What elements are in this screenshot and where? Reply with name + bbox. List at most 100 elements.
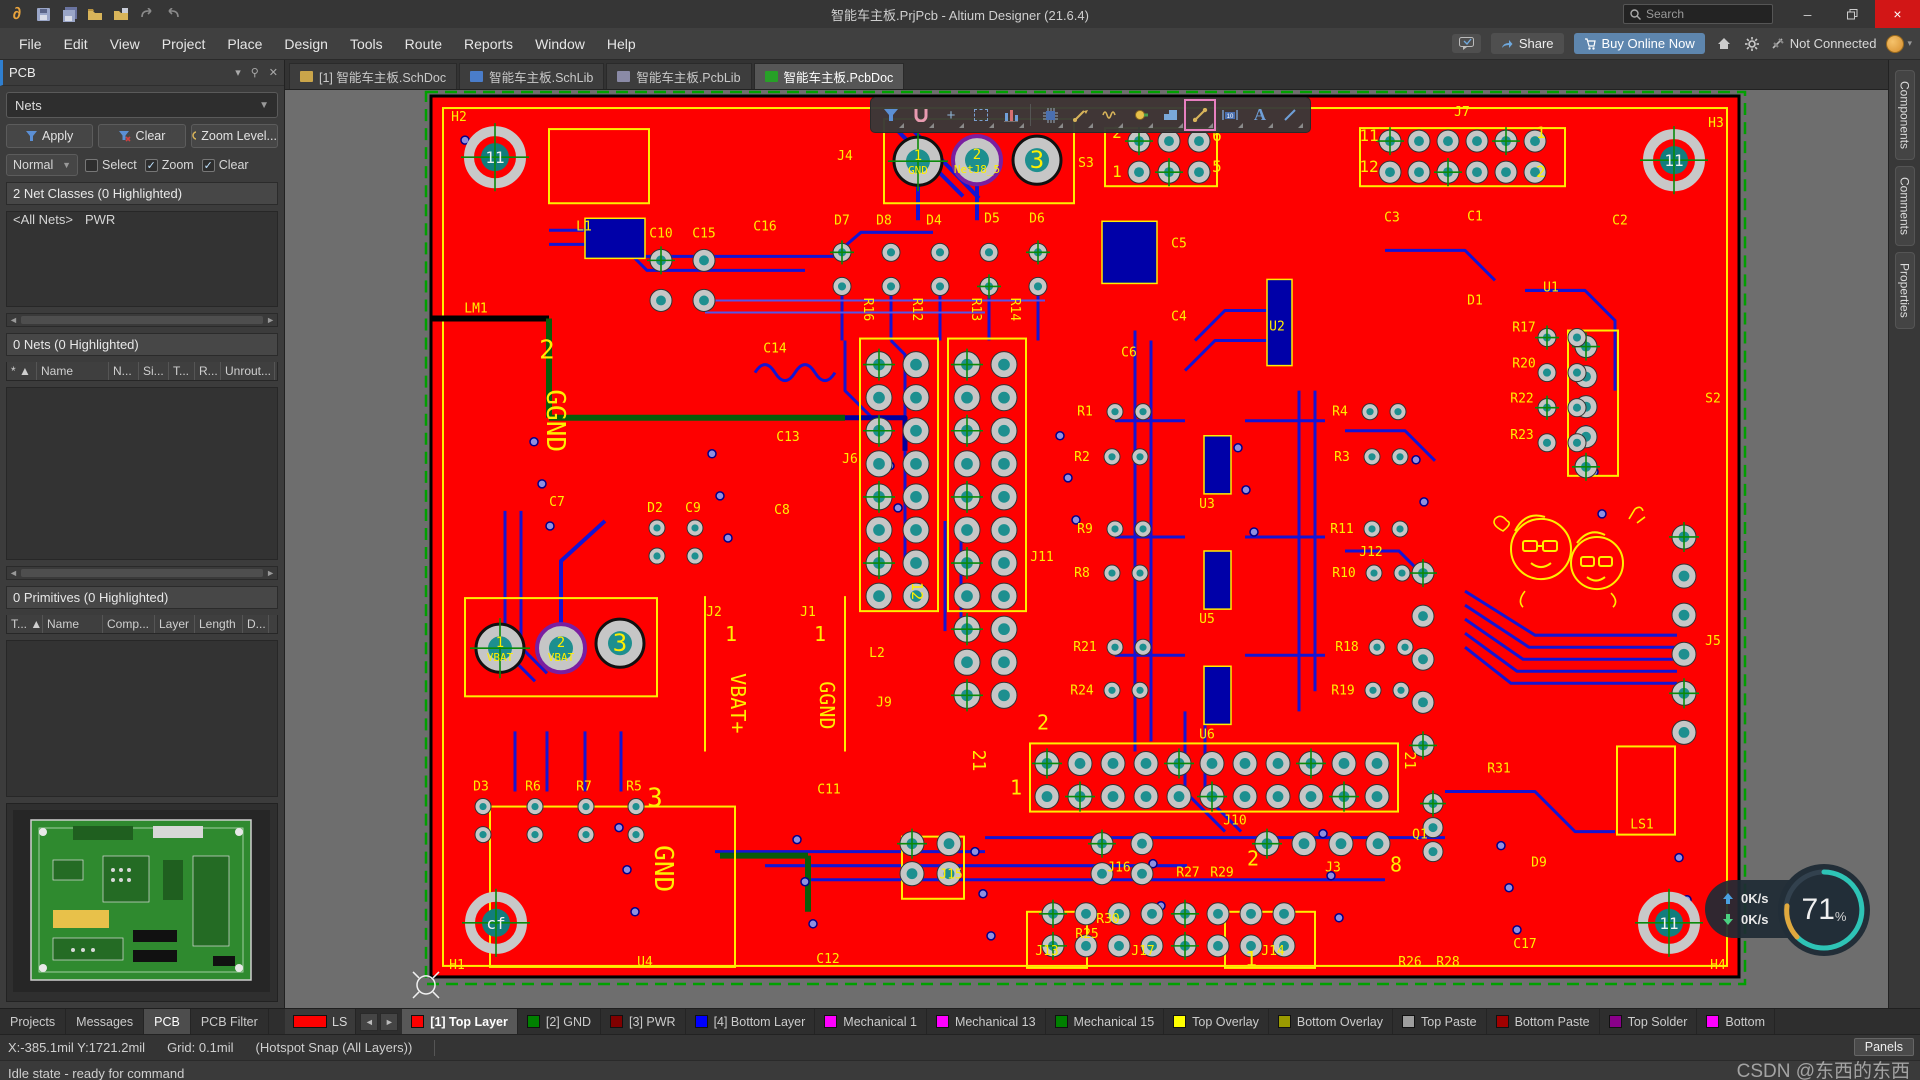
share-button[interactable]: Share: [1491, 33, 1564, 54]
horizontal-scrollbar[interactable]: ◄►: [6, 566, 278, 580]
memory-gauge[interactable]: 71%: [1778, 864, 1870, 956]
save-icon[interactable]: [34, 5, 52, 23]
menu-file[interactable]: File: [10, 32, 51, 56]
open-project-icon[interactable]: [112, 5, 130, 23]
layer-set-tab[interactable]: LS: [285, 1009, 356, 1034]
layer-tab[interactable]: Top Overlay: [1164, 1009, 1269, 1034]
right-tab-properties[interactable]: Properties: [1895, 252, 1915, 329]
panel-dropdown-icon[interactable]: ▾: [235, 66, 241, 79]
layer-tab[interactable]: Top Solder: [1600, 1009, 1698, 1034]
primitives-list[interactable]: [6, 640, 278, 797]
panel-tab-pcb[interactable]: PCB: [144, 1009, 191, 1034]
column-header[interactable]: N...: [109, 362, 139, 380]
place-component-icon[interactable]: [1036, 101, 1064, 129]
column-header[interactable]: Length: [195, 615, 243, 633]
checkbox-select[interactable]: Select: [85, 158, 137, 172]
line-tool-icon[interactable]: [1276, 101, 1304, 129]
column-header[interactable]: Name: [43, 615, 103, 633]
layer-tab[interactable]: [3] PWR: [601, 1009, 686, 1034]
net-class-row[interactable]: <All Nets>: [7, 211, 79, 229]
route-tool-icon[interactable]: [1066, 101, 1094, 129]
home-icon[interactable]: [1715, 35, 1733, 53]
menu-place[interactable]: Place: [218, 32, 271, 56]
column-header[interactable]: Si...: [139, 362, 169, 380]
scroll-left-icon[interactable]: ◄: [9, 315, 18, 325]
column-header[interactable]: D...: [243, 615, 269, 633]
panel-tab-messages[interactable]: Messages: [66, 1009, 144, 1034]
menu-help[interactable]: Help: [598, 32, 645, 56]
scroll-right-icon[interactable]: ►: [266, 315, 275, 325]
right-tab-components[interactable]: Components: [1895, 70, 1915, 160]
undo-icon[interactable]: [138, 5, 156, 23]
column-header[interactable]: Unrout...: [221, 362, 275, 380]
buy-online-button[interactable]: Buy Online Now: [1574, 33, 1705, 54]
gear-icon[interactable]: [1743, 35, 1761, 53]
menu-tools[interactable]: Tools: [341, 32, 392, 56]
crosshair-tool-icon[interactable]: +: [937, 101, 965, 129]
menu-window[interactable]: Window: [526, 32, 594, 56]
scroll-thumb[interactable]: [21, 569, 263, 577]
menu-design[interactable]: Design: [275, 32, 337, 56]
layer-tab[interactable]: [1] Top Layer: [402, 1009, 518, 1034]
layer-tab[interactable]: [2] GND: [518, 1009, 601, 1034]
save-all-icon[interactable]: [60, 5, 78, 23]
layer-tab[interactable]: Bottom: [1697, 1009, 1775, 1034]
open-icon[interactable]: [86, 5, 104, 23]
text-tool-icon[interactable]: A: [1246, 101, 1274, 129]
checkbox-clear[interactable]: Clear: [202, 158, 249, 172]
net-class-row[interactable]: PWR: [79, 211, 121, 229]
board-preview[interactable]: [6, 803, 278, 1002]
pin-icon[interactable]: ⚲: [251, 66, 259, 79]
column-header[interactable]: Comp...: [103, 615, 155, 633]
apply-button[interactable]: Apply: [6, 124, 93, 148]
nets-column-headers[interactable]: * ▲NameN...Si...T...R...Unrout...: [6, 362, 278, 381]
checkbox-zoom[interactable]: Zoom: [145, 158, 194, 172]
layer-tab[interactable]: Mechanical 1: [815, 1009, 927, 1034]
menu-reports[interactable]: Reports: [455, 32, 522, 56]
net-classes-list[interactable]: <All Nets>PWR: [6, 211, 278, 307]
doc-tab[interactable]: 智能车主板.PcbDoc: [754, 63, 905, 89]
comment-button[interactable]: [1452, 34, 1481, 53]
column-header[interactable]: T...: [169, 362, 195, 380]
filter-type-select[interactable]: Nets▼: [6, 92, 278, 118]
horizontal-scrollbar[interactable]: ◄►: [6, 313, 278, 327]
clear-button[interactable]: Clear: [98, 124, 185, 148]
highlight-mode-select[interactable]: Normal▼: [6, 154, 78, 176]
filter-tool-icon[interactable]: [877, 101, 905, 129]
close-button[interactable]: ×: [1875, 0, 1920, 28]
panel-tab-pcb-filter[interactable]: PCB Filter: [191, 1009, 269, 1034]
column-header[interactable]: Layer: [155, 615, 195, 633]
layer-tab[interactable]: Mechanical 13: [927, 1009, 1046, 1034]
layer-scroll-left[interactable]: ◄: [360, 1013, 378, 1031]
panels-button[interactable]: Panels: [1854, 1038, 1914, 1056]
tuning-tool-icon[interactable]: [1096, 101, 1124, 129]
snap-magnet-icon[interactable]: [907, 101, 935, 129]
menu-edit[interactable]: Edit: [55, 32, 97, 56]
layer-tab[interactable]: Bottom Overlay: [1269, 1009, 1393, 1034]
doc-tab[interactable]: [1] 智能车主板.SchDoc: [289, 63, 457, 89]
speed-gauge-overlay[interactable]: 0K/s 0K/s 71%: [1705, 864, 1870, 956]
panel-close-icon[interactable]: ✕: [269, 66, 278, 79]
layer-tab[interactable]: Bottom Paste: [1487, 1009, 1600, 1034]
layer-tab[interactable]: Mechanical 15: [1046, 1009, 1165, 1034]
column-header[interactable]: Name: [37, 362, 109, 380]
menu-view[interactable]: View: [101, 32, 149, 56]
layer-tab[interactable]: Top Paste: [1393, 1009, 1487, 1034]
column-header[interactable]: * ▲: [7, 362, 37, 380]
scroll-right-icon[interactable]: ►: [266, 568, 275, 578]
panel-tab-projects[interactable]: Projects: [0, 1009, 66, 1034]
right-tab-comments[interactable]: Comments: [1895, 166, 1915, 246]
primitives-column-headers[interactable]: T... ▲NameComp...LayerLengthD...: [6, 615, 278, 634]
search-input[interactable]: Search: [1623, 4, 1773, 24]
doc-tab[interactable]: 智能车主板.PcbLib: [606, 63, 751, 89]
via-tool-icon[interactable]: [1126, 101, 1154, 129]
restore-button[interactable]: [1830, 0, 1875, 28]
alignment-tool-icon[interactable]: [997, 101, 1025, 129]
layer-scroll-right[interactable]: ►: [380, 1013, 398, 1031]
redo-icon[interactable]: [164, 5, 182, 23]
dimension-tool-icon[interactable]: 10: [1216, 101, 1244, 129]
layer-tab[interactable]: [4] Bottom Layer: [686, 1009, 816, 1034]
menu-project[interactable]: Project: [153, 32, 215, 56]
nets-list[interactable]: [6, 387, 278, 560]
scroll-thumb[interactable]: [21, 316, 263, 324]
